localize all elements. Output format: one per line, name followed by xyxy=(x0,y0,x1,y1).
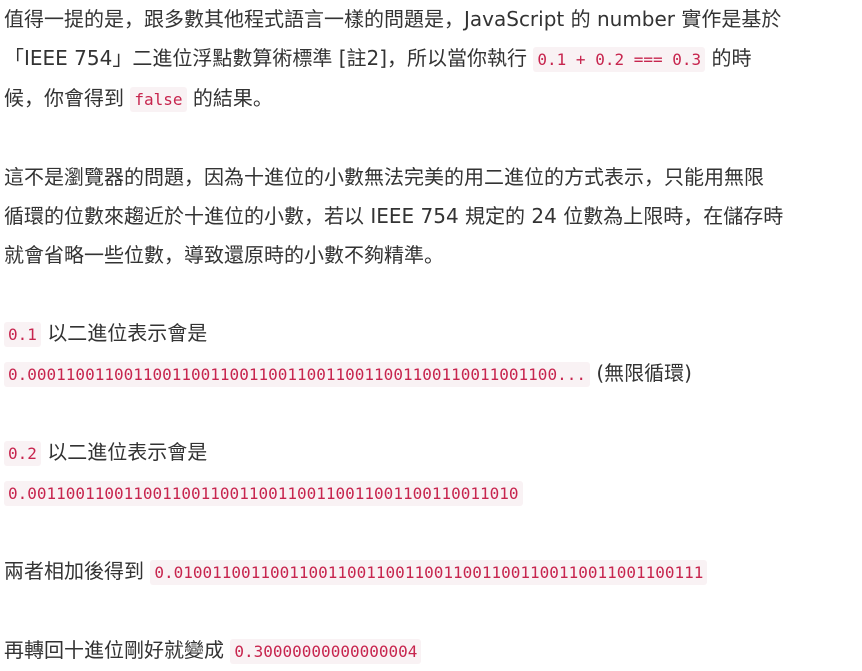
binary-sum-line: 兩者相加後得到 0.010011001100110011001100110011… xyxy=(4,552,858,592)
paragraph1-line3-text: 候，你會得到 xyxy=(4,86,131,110)
decimal-result-label: 再轉回十進位剛好就變成 xyxy=(4,638,231,662)
binary-0-1-label: 以二進位表示會是 xyxy=(40,321,208,345)
paragraph-binary-sum: 兩者相加後得到 0.010011001100110011001100110011… xyxy=(4,552,858,592)
article-body: 值得一提的是，跟多數其他程式語言一樣的問題是，JavaScript 的 numb… xyxy=(0,0,862,671)
binary-0-2-label: 以二進位表示會是 xyxy=(40,440,208,464)
paragraph2-line3: 就會省略一些位數，導致還原時的小數不夠精準。 xyxy=(4,243,444,267)
paragraph-ieee754-intro: 值得一提的是，跟多數其他程式語言一樣的問題是，JavaScript 的 numb… xyxy=(4,0,858,119)
paragraph1-line3: 候，你會得到 false 的結果。 xyxy=(4,79,858,119)
code-0-2: 0.2 xyxy=(4,441,41,466)
paragraph2-line2: 循環的位數來趨近於十進位的小數，若以 IEEE 754 規定的 24 位數為上限… xyxy=(4,204,784,228)
code-binary-0-2: 0.00110011001100110011001100110011001100… xyxy=(4,481,523,506)
code-decimal-result: 0.30000000000000004 xyxy=(230,639,422,664)
paragraph1-line2: 「IEEE 754」二進位浮點數算術標準 [註2]，所以當你執行 0.1 + 0… xyxy=(4,39,858,79)
binary-0-1-heading: 0.1 以二進位表示會是 xyxy=(4,314,858,354)
paragraph-binary-0-2: 0.2 以二進位表示會是 0.0011001100110011001100110… xyxy=(4,433,858,513)
code-binary-sum: 0.01001100110011001100110011001100110011… xyxy=(150,560,708,585)
code-expression-sum-equality: 0.1 + 0.2 === 0.3 xyxy=(533,47,706,72)
binary-sum-label: 兩者相加後得到 xyxy=(4,559,151,583)
code-0-1: 0.1 xyxy=(4,322,41,347)
binary-0-1-value-line: 0.00011001100110011001100110011001100110… xyxy=(4,354,858,394)
paragraph-precision-explanation: 這不是瀏覽器的問題，因為十進位的小數無法完美的用二進位的方式表示，只能用無限 循… xyxy=(4,158,858,275)
paragraph-decimal-result: 再轉回十進位剛好就變成 0.30000000000000004 xyxy=(4,631,858,671)
paragraph1-line3-tail: 的結果。 xyxy=(186,86,273,110)
code-binary-0-1: 0.00011001100110011001100110011001100110… xyxy=(4,362,590,387)
binary-0-2-heading: 0.2 以二進位表示會是 xyxy=(4,433,858,473)
code-false: false xyxy=(130,87,187,112)
paragraph-binary-0-1: 0.1 以二進位表示會是 0.0001100110011001100110011… xyxy=(4,314,858,394)
paragraph1-line1: 值得一提的是，跟多數其他程式語言一樣的問題是，JavaScript 的 numb… xyxy=(4,7,782,31)
paragraph2-line1: 這不是瀏覽器的問題，因為十進位的小數無法完美的用二進位的方式表示，只能用無限 xyxy=(4,165,764,189)
decimal-result-line: 再轉回十進位剛好就變成 0.30000000000000004 xyxy=(4,631,858,671)
paragraph1-line2-tail: 的時 xyxy=(705,46,752,70)
binary-0-1-note: (無限循環) xyxy=(589,361,692,385)
binary-0-2-value-line: 0.00110011001100110011001100110011001100… xyxy=(4,473,858,513)
paragraph1-line2-text: 「IEEE 754」二進位浮點數算術標準 [註2]，所以當你執行 xyxy=(4,46,534,70)
